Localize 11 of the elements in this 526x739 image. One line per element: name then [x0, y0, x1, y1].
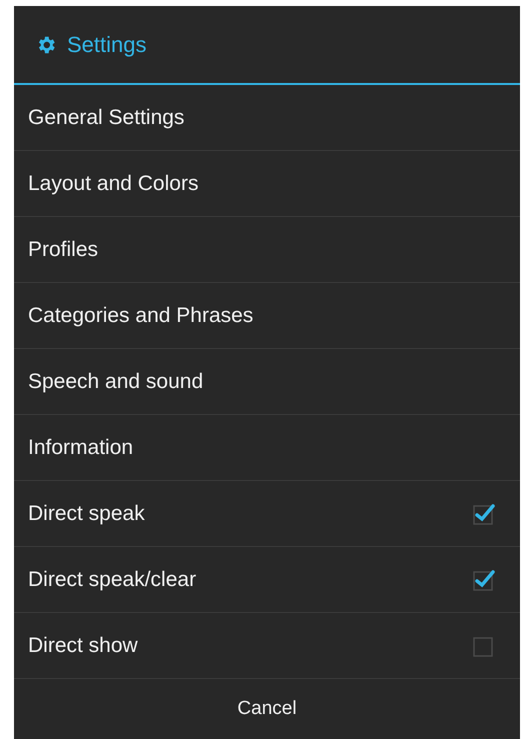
- settings-item[interactable]: Layout and Colors: [14, 151, 520, 217]
- dialog-title: Settings: [67, 32, 146, 58]
- settings-item[interactable]: Direct speak: [14, 481, 520, 547]
- settings-item[interactable]: Categories and Phrases: [14, 283, 520, 349]
- settings-item[interactable]: Information: [14, 415, 520, 481]
- settings-item[interactable]: Speech and sound: [14, 349, 520, 415]
- settings-item[interactable]: Profiles: [14, 217, 520, 283]
- checkbox[interactable]: [472, 568, 496, 592]
- settings-item[interactable]: General Settings: [14, 85, 520, 151]
- settings-item[interactable]: Direct speak/clear: [14, 547, 520, 613]
- checkbox[interactable]: [472, 502, 496, 526]
